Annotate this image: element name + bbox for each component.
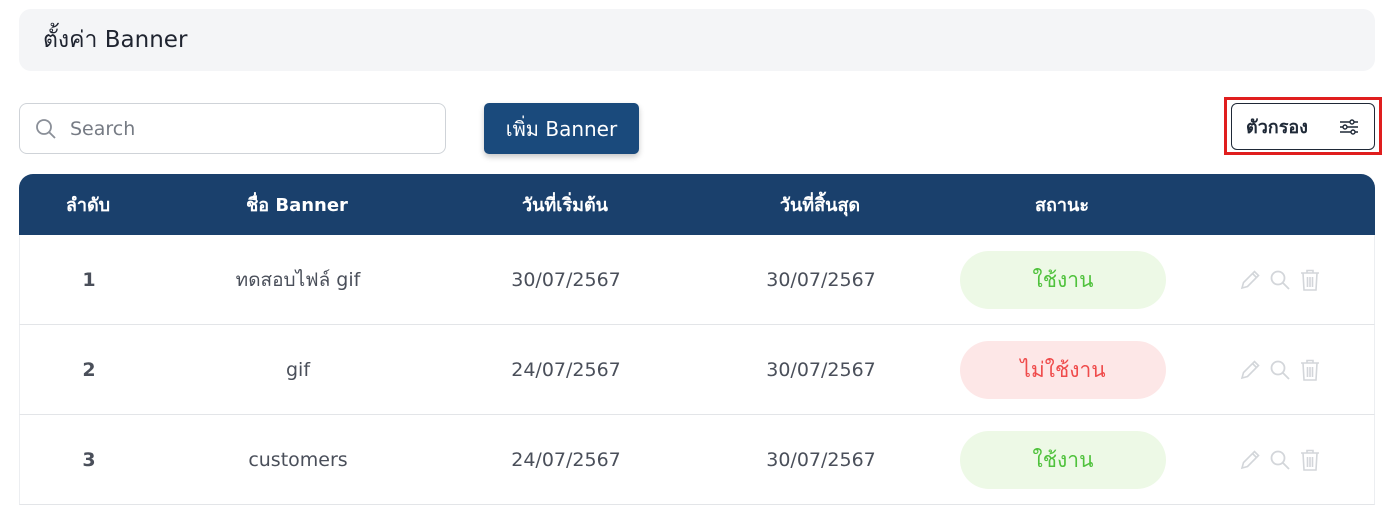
sliders-icon — [1340, 118, 1358, 135]
banner-name: ทดสอบไฟล์ gif — [235, 269, 361, 291]
row-actions — [1230, 415, 1330, 505]
table-row: 2 gif 24/07/2567 30/07/2567 ไม่ใช้งาน — [19, 325, 1375, 415]
status-cell: ใช้งาน — [960, 235, 1166, 325]
filter-button[interactable]: ตัวกรอง — [1231, 103, 1375, 150]
status-cell: ใช้งาน — [960, 415, 1166, 505]
search-input[interactable] — [70, 117, 410, 140]
table-row: 1 ทดสอบไฟล์ gif 30/07/2567 30/07/2567 ใช… — [19, 235, 1375, 325]
start-date: 30/07/2567 — [511, 269, 621, 291]
column-header-start-date: วันที่เริ่มต้น — [522, 195, 608, 216]
search-icon — [36, 118, 56, 139]
end-date: 30/07/2567 — [766, 269, 876, 291]
end-date: 30/07/2567 — [766, 359, 876, 381]
row-number: 3 — [82, 449, 96, 471]
magnifier-icon[interactable] — [1266, 355, 1294, 385]
trash-icon[interactable] — [1296, 445, 1324, 475]
end-date: 30/07/2567 — [766, 449, 876, 471]
row-actions — [1230, 325, 1330, 415]
search-box[interactable] — [19, 103, 446, 154]
table-header: ลำดับ ชื่อ Banner วันที่เริ่มต้น วันที่ส… — [19, 174, 1375, 235]
banner-table: ลำดับ ชื่อ Banner วันที่เริ่มต้น วันที่ส… — [19, 174, 1375, 505]
filter-button-label: ตัวกรอง — [1246, 117, 1308, 138]
pencil-icon[interactable] — [1236, 265, 1264, 295]
magnifier-icon[interactable] — [1266, 265, 1294, 295]
row-number: 2 — [82, 359, 96, 381]
column-header-status: สถานะ — [1035, 195, 1089, 216]
trash-icon[interactable] — [1296, 265, 1324, 295]
pencil-icon[interactable] — [1236, 445, 1264, 475]
trash-icon[interactable] — [1296, 355, 1324, 385]
magnifier-icon[interactable] — [1266, 445, 1294, 475]
table-row: 3 customers 24/07/2567 30/07/2567 ใช้งาน — [19, 415, 1375, 505]
status-badge: ใช้งาน — [960, 431, 1166, 489]
start-date: 24/07/2567 — [511, 449, 621, 471]
row-actions — [1230, 235, 1330, 325]
start-date: 24/07/2567 — [511, 359, 621, 381]
column-header-end-date: วันที่สิ้นสุด — [779, 195, 861, 216]
banner-name: gif — [285, 359, 311, 381]
status-badge: ใช้งาน — [960, 251, 1166, 309]
page-title: ตั้งค่า Banner — [43, 27, 188, 53]
row-number: 1 — [82, 269, 96, 291]
status-badge: ไม่ใช้งาน — [960, 341, 1166, 399]
status-cell: ไม่ใช้งาน — [960, 325, 1166, 415]
page-header: ตั้งค่า Banner — [19, 9, 1375, 71]
add-banner-button[interactable]: เพิ่ม Banner — [484, 103, 639, 154]
column-header-no: ลำดับ — [65, 195, 111, 216]
banner-name: customers — [248, 449, 348, 471]
column-header-name: ชื่อ Banner — [246, 195, 348, 216]
pencil-icon[interactable] — [1236, 355, 1264, 385]
